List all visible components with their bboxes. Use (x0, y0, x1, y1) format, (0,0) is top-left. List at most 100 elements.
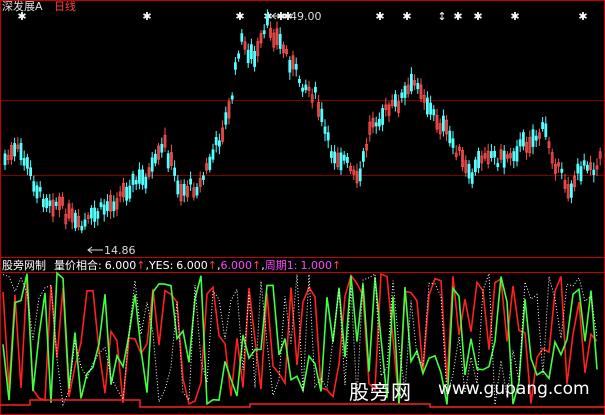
candle-body (38, 187, 42, 192)
signal-marker: ✱ (578, 10, 587, 23)
candle-body (441, 115, 445, 132)
candle-body (131, 173, 135, 185)
candle-body (137, 169, 141, 184)
candle-body (304, 84, 308, 91)
indicator-name[interactable]: 股旁网制 (2, 259, 46, 272)
candle-body (592, 169, 596, 176)
param-arrow: ↑ (331, 259, 342, 272)
candle-body (570, 183, 573, 198)
watermark-text: 股旁网 (349, 380, 412, 404)
candle-body (400, 92, 404, 99)
candle-body (211, 149, 215, 160)
candle-body (502, 150, 506, 168)
candle-body (329, 151, 333, 158)
chart-canvas[interactable]: ✱✱✱✱✱✱✱✱↕✱✱✱✱ (0, 0, 605, 415)
candle-body (22, 157, 26, 166)
candle-body (166, 153, 170, 169)
param-value: 6.000 (220, 259, 253, 272)
candle-body (125, 186, 128, 201)
candle-body (294, 63, 298, 70)
candle-body (489, 151, 493, 158)
candle-body (586, 164, 589, 171)
candle-body (493, 150, 497, 158)
candle-body (345, 156, 349, 163)
candle-body (467, 163, 471, 179)
candle-body (246, 49, 250, 64)
candle-body (374, 122, 378, 127)
candle-body (90, 207, 93, 219)
candle-body (150, 157, 154, 172)
candle-body (518, 139, 522, 147)
candle-body (320, 108, 324, 122)
candle-body (224, 112, 228, 125)
candle-body (531, 129, 535, 147)
param-arrow: ↑ (136, 259, 146, 272)
candle-body (201, 175, 205, 180)
candle-body (182, 183, 186, 196)
candle-body (262, 30, 266, 35)
candle-body (93, 207, 96, 222)
candle-body (265, 14, 269, 26)
candle-body (429, 102, 433, 115)
signal-marker: ↕ (437, 10, 446, 23)
candle-body (579, 166, 583, 182)
candle-body (99, 202, 103, 208)
candle-body (473, 159, 477, 173)
param-value: 6.000 (104, 259, 137, 272)
param-value: 6.000 (176, 259, 208, 272)
candle-body (288, 60, 292, 73)
param-arrow: ↑ (252, 259, 262, 272)
param-value: 1.000 (300, 259, 332, 272)
candle-body (377, 118, 381, 127)
candle-body (214, 136, 218, 146)
candle-body (512, 151, 516, 162)
signal-marker: ✱ (473, 10, 482, 23)
candle-body (448, 130, 452, 144)
candle-body (32, 181, 36, 192)
candle-body (176, 180, 180, 195)
candlestick-series (3, 9, 602, 234)
candle-body (253, 51, 257, 67)
candle-body (74, 212, 77, 229)
candle-body (153, 153, 157, 164)
candle-body (45, 197, 48, 209)
candle-body (582, 160, 586, 166)
stock-name: 深发展A (2, 0, 43, 13)
candle-body (29, 167, 33, 177)
candle-body (297, 79, 301, 83)
candle-body (477, 150, 481, 169)
candle-body (323, 126, 327, 134)
candle-body (432, 109, 436, 116)
period-label[interactable]: 日线 (54, 0, 76, 13)
candle-body (515, 146, 519, 162)
candle-body (233, 62, 237, 70)
candle-body (134, 179, 138, 185)
candle-body (106, 201, 109, 211)
candle-body (128, 185, 132, 199)
candle-body (451, 138, 455, 148)
candle-body (393, 94, 397, 107)
candle-body (333, 151, 337, 164)
candle-body (313, 86, 317, 93)
candle-body (326, 132, 330, 141)
candle-body (576, 163, 580, 174)
candle-body (425, 97, 429, 115)
candle-body (560, 168, 564, 173)
candle-body (278, 33, 282, 49)
candle-body (80, 225, 84, 231)
param-label: 周期1: (264, 259, 298, 272)
candle-body (403, 85, 407, 98)
candle-body (96, 211, 100, 219)
signal-marker: ✱ (453, 10, 462, 23)
signal-marker: ✱ (375, 10, 384, 23)
candle-body (83, 219, 87, 227)
param-label: YES: (148, 259, 174, 272)
signal-marker: ✱ (510, 10, 519, 23)
indicator-title-bar: 股旁网制 量价相合: 6.000 ↑ , YES: 6.000 ↑ , 6.00… (2, 259, 341, 272)
signal-marker: ✱ (235, 10, 244, 23)
watermark-url: www.gupang.com (438, 379, 590, 399)
candle-body (3, 153, 7, 166)
signal-marker: ✱ (402, 10, 411, 23)
candle-body (173, 167, 177, 176)
candle-body (416, 83, 420, 90)
